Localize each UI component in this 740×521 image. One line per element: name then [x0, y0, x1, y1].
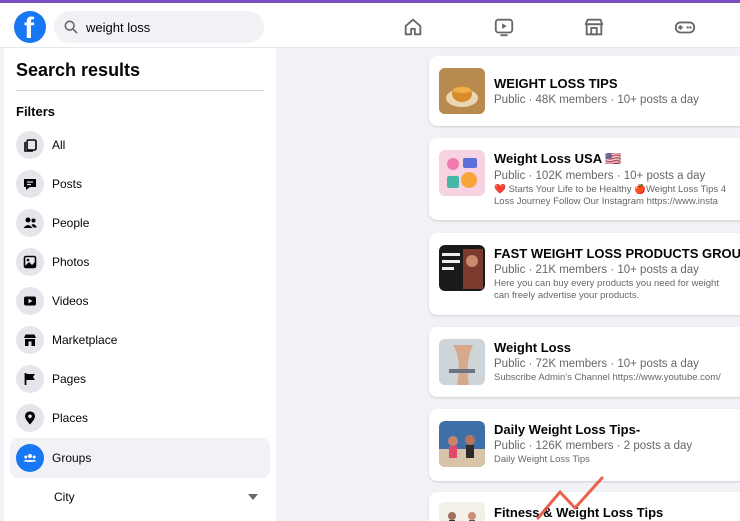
group-thumbnail [439, 502, 485, 521]
group-description-line: ❤️ Starts Your Life to be Healthy 🍎Weigh… [494, 184, 727, 195]
group-meta: Public · 126K members · 2 posts a day [494, 440, 693, 452]
places-icon [16, 404, 44, 432]
group-description-line: Here you can buy every products you need… [494, 278, 719, 289]
filter-label: Marketplace [52, 333, 118, 347]
result-info: Weight Loss Public · 72K members · 10+ p… [494, 340, 740, 384]
filter-label: Posts [52, 177, 83, 191]
group-thumbnail [439, 68, 485, 114]
watch-icon[interactable] [493, 16, 515, 38]
search-input[interactable] [86, 19, 236, 35]
filter-label: People [52, 216, 90, 230]
search-icon [64, 20, 78, 34]
filter-label: Groups [52, 451, 92, 465]
group-description-line: can freely advertise your products. [494, 290, 640, 301]
filter-label: Places [52, 411, 89, 425]
group-thumbnail [439, 339, 485, 385]
group-title[interactable]: Weight Loss [494, 340, 740, 355]
city-filter-label[interactable]: City [54, 490, 75, 504]
result-info: WEIGHT LOSS TIPS Public · 48K members · … [494, 76, 740, 106]
group-title[interactable]: FAST WEIGHT LOSS PRODUCTS GROUP [494, 246, 740, 261]
filter-videos[interactable]: Videos [10, 281, 270, 321]
groups-icon [16, 444, 44, 472]
chevron-down-icon[interactable] [248, 494, 258, 500]
filter-places[interactable]: Places [10, 398, 270, 438]
group-title[interactable]: Weight Loss USA 🇺🇸 [494, 151, 740, 167]
filter-all[interactable]: All [10, 125, 270, 165]
group-result-card[interactable]: FAST WEIGHT LOSS PRODUCTS GROUP Public ·… [429, 233, 740, 315]
search-filters-sidebar: Search results Filters All Posts People … [4, 48, 276, 521]
group-thumbnail [439, 421, 485, 467]
filter-label: Photos [52, 255, 90, 269]
home-icon[interactable] [402, 16, 424, 38]
group-description-line: Daily Weight Loss Tips [494, 454, 590, 465]
posts-icon [16, 170, 44, 198]
group-title[interactable]: WEIGHT LOSS TIPS [494, 76, 740, 91]
result-info: Daily Weight Loss Tips- Public · 126K me… [494, 422, 740, 466]
result-info: FAST WEIGHT LOSS PRODUCTS GROUP Public ·… [494, 246, 740, 302]
marketplace-nav-icon[interactable] [583, 16, 605, 38]
group-meta: Public · 48K members · 10+ posts a day [494, 94, 699, 106]
filter-posts[interactable]: Posts [10, 164, 270, 204]
search-box[interactable] [54, 11, 264, 43]
group-thumbnail [439, 150, 485, 196]
group-description-line: Loss Journey Follow Our Instagram https:… [494, 196, 718, 207]
filter-marketplace[interactable]: Marketplace [10, 320, 270, 360]
group-description-line: Subscribe Admin's Channel https://www.yo… [494, 372, 721, 383]
divider [16, 90, 264, 91]
group-meta: Public · 21K members · 10+ posts a day [494, 264, 699, 276]
filter-label: Videos [52, 294, 89, 308]
filters-heading: Filters [16, 104, 56, 119]
group-result-card[interactable]: WEIGHT LOSS TIPS Public · 48K members · … [429, 56, 740, 126]
filter-label: Pages [52, 372, 87, 386]
photos-icon [16, 248, 44, 276]
filter-pages[interactable]: Pages [10, 359, 270, 399]
group-result-card[interactable]: Weight Loss USA 🇺🇸 Public · 102K members… [429, 138, 740, 220]
filter-people[interactable]: People [10, 203, 270, 243]
group-result-card[interactable]: Weight Loss Public · 72K members · 10+ p… [429, 327, 740, 397]
filter-groups[interactable]: Groups [10, 438, 270, 478]
marketplace-icon [16, 326, 44, 354]
videos-icon [16, 287, 44, 315]
group-meta: Public · 102K members · 10+ posts a day [494, 170, 706, 182]
group-thumbnail [439, 245, 485, 291]
filter-photos[interactable]: Photos [10, 242, 270, 282]
people-icon [16, 209, 44, 237]
top-navigation-bar: f [0, 0, 740, 48]
logo-letter: f [24, 12, 34, 45]
facebook-logo[interactable]: f [14, 11, 46, 45]
page-title: Search results [16, 60, 141, 80]
result-info: Weight Loss USA 🇺🇸 Public · 102K members… [494, 151, 740, 208]
watermark-graphic [536, 476, 604, 520]
pages-icon [16, 365, 44, 393]
gaming-icon[interactable] [674, 16, 696, 38]
group-title[interactable]: Daily Weight Loss Tips- [494, 422, 740, 437]
all-icon [16, 131, 44, 159]
filter-label: All [52, 138, 66, 152]
group-meta: Public · 72K members · 10+ posts a day [494, 358, 699, 370]
